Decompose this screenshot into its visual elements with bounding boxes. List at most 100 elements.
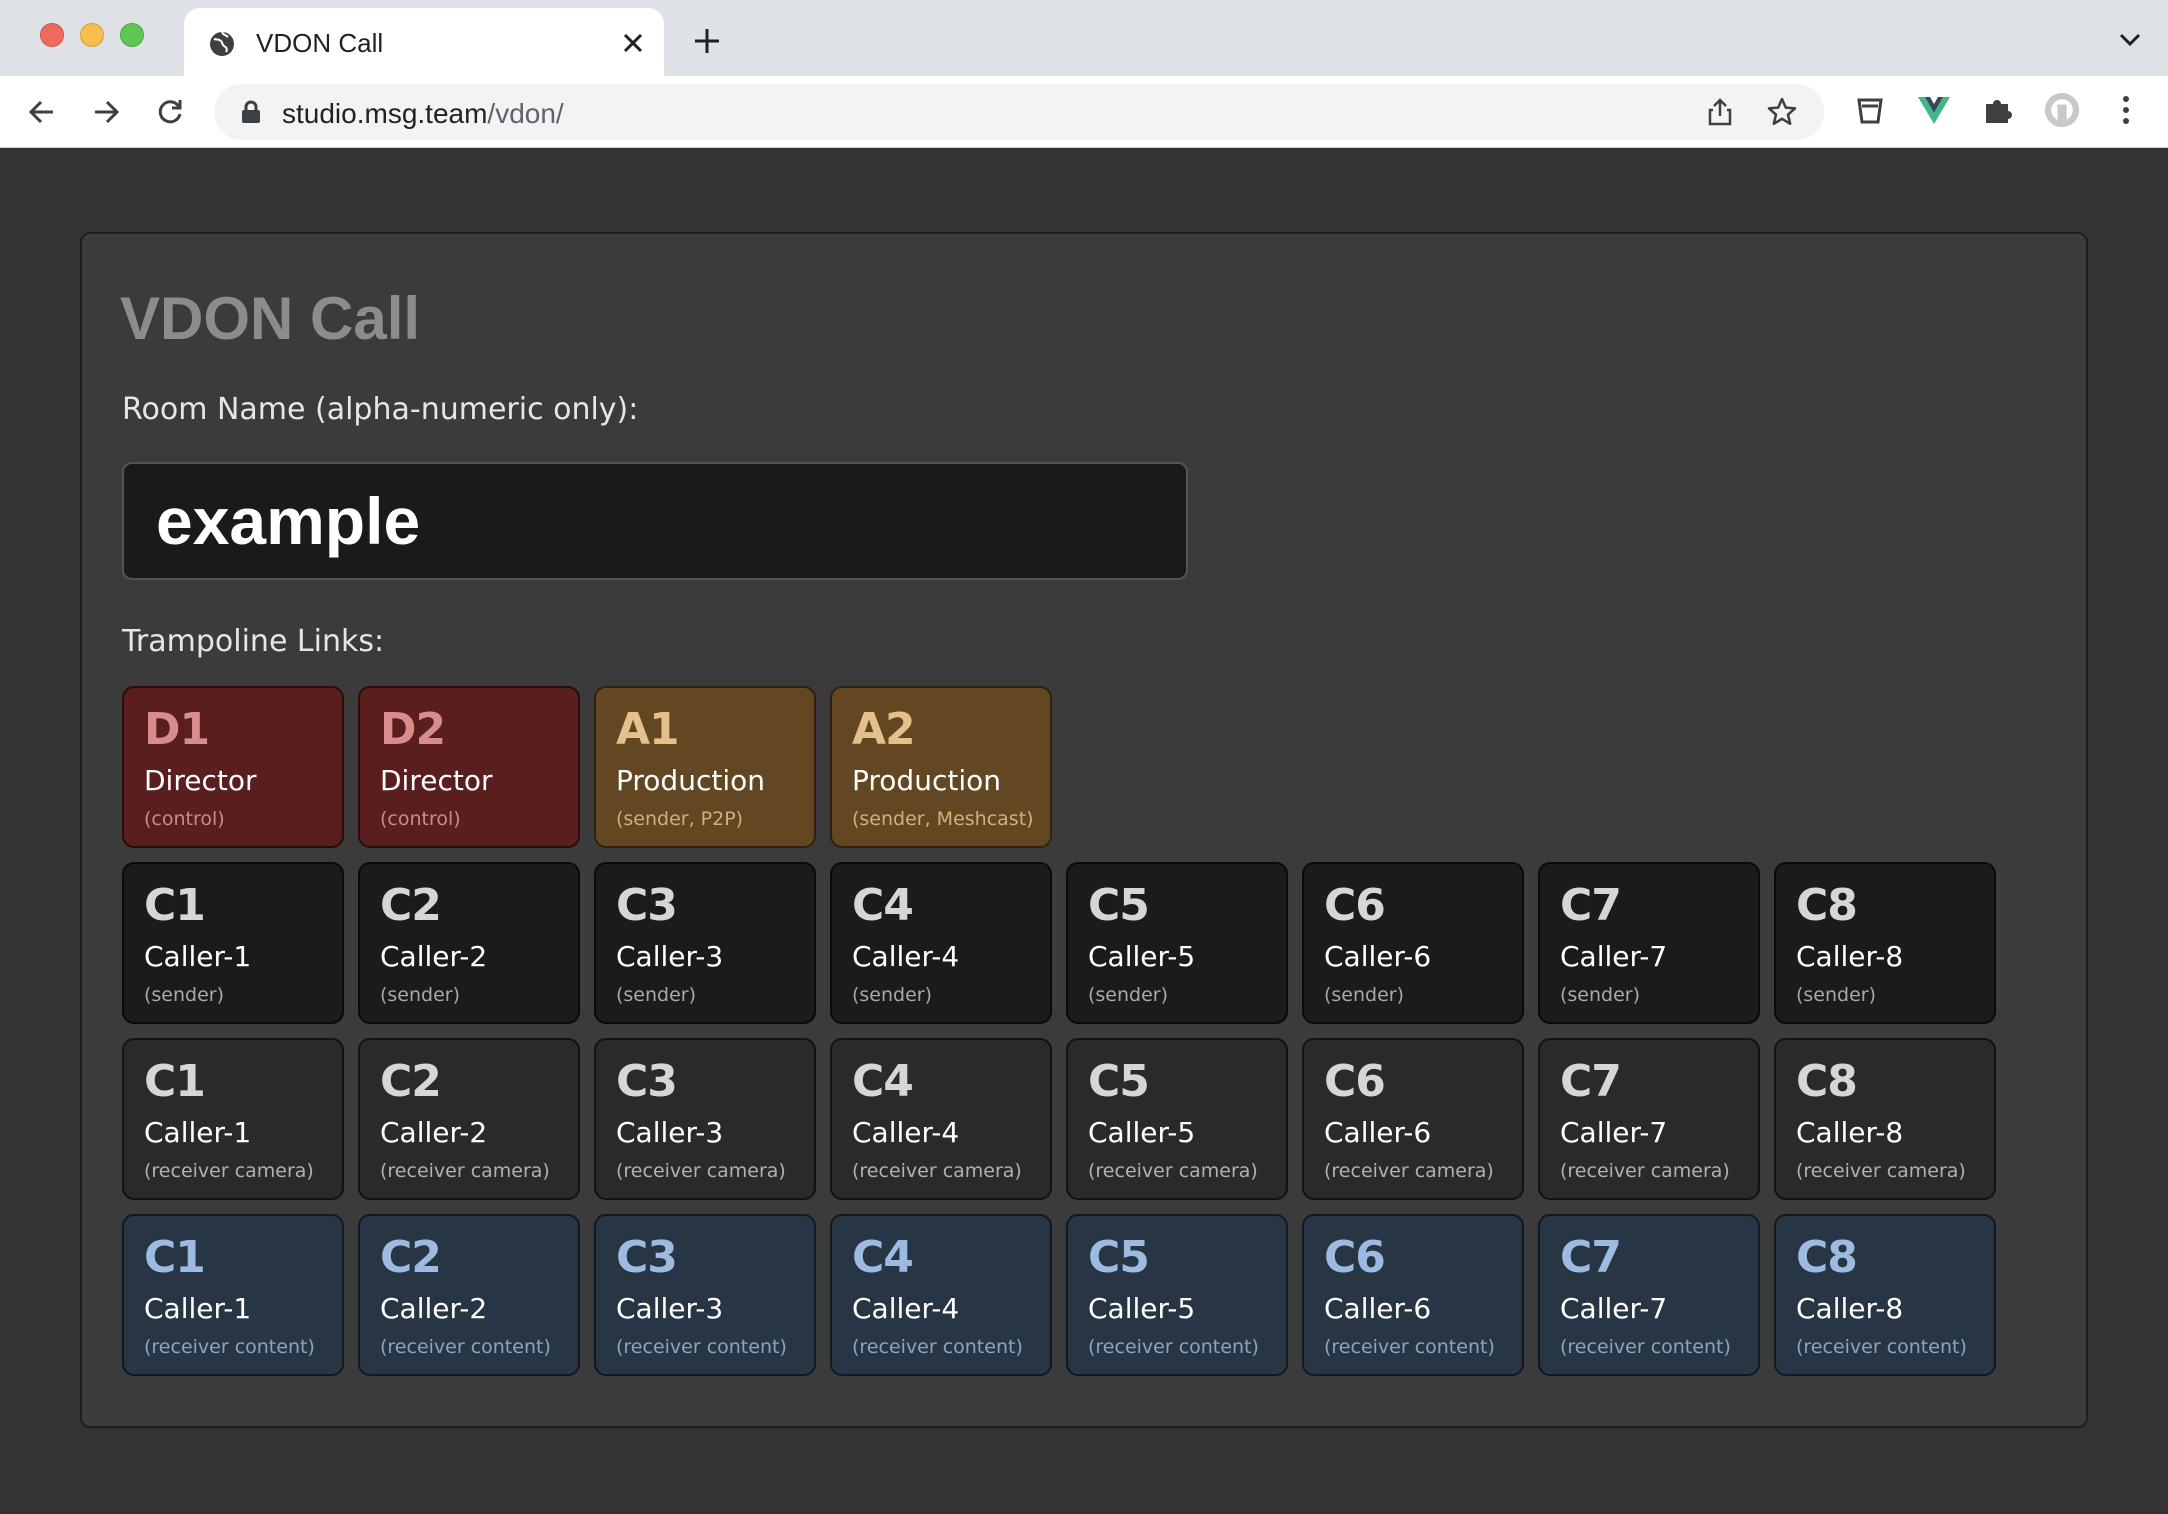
link-button-c8-camera[interactable]: C8 Caller-8 (receiver camera) bbox=[1774, 1038, 1996, 1200]
reload-icon bbox=[158, 100, 182, 124]
link-role: (receiver content) bbox=[380, 1336, 551, 1358]
link-name: Caller-7 bbox=[1560, 940, 1668, 973]
link-role: (receiver content) bbox=[1796, 1336, 1967, 1358]
link-name: Caller-8 bbox=[1796, 940, 1904, 973]
link-button-c3-camera[interactable]: C3 Caller-3 (receiver camera) bbox=[594, 1038, 816, 1200]
star-icon[interactable] bbox=[1766, 96, 1798, 128]
link-button-c1-content[interactable]: C1 Caller-1 (receiver content) bbox=[122, 1214, 344, 1376]
link-button-c2-sender[interactable]: C2 Caller-2 (sender) bbox=[358, 862, 580, 1024]
link-button-c1-camera[interactable]: C1 Caller-1 (receiver camera) bbox=[122, 1038, 344, 1200]
link-code: C8 bbox=[1796, 1232, 1858, 1283]
link-name: Caller-6 bbox=[1324, 940, 1432, 973]
link-name: Caller-8 bbox=[1796, 1292, 1904, 1325]
link-code: D2 bbox=[380, 704, 446, 755]
link-button-c7-content[interactable]: C7 Caller-7 (receiver content) bbox=[1538, 1214, 1760, 1376]
profile-avatar-icon[interactable] bbox=[2044, 92, 2080, 128]
close-window-button[interactable] bbox=[40, 23, 64, 47]
share-icon[interactable] bbox=[1704, 96, 1736, 128]
link-name: Caller-5 bbox=[1088, 940, 1196, 973]
link-button-c4-camera[interactable]: C4 Caller-4 (receiver camera) bbox=[830, 1038, 1052, 1200]
link-role: (receiver content) bbox=[144, 1336, 315, 1358]
link-name: Caller-8 bbox=[1796, 1116, 1904, 1149]
link-code: C7 bbox=[1560, 1232, 1622, 1283]
link-button-a2-production[interactable]: A2 Production (sender, Meshcast) bbox=[830, 686, 1052, 848]
link-name: Director bbox=[144, 764, 257, 797]
link-code: C4 bbox=[852, 880, 914, 931]
link-name: Caller-4 bbox=[852, 1116, 960, 1149]
url-text: studio.msg.team/vdon/ bbox=[282, 98, 564, 130]
link-button-c5-content[interactable]: C5 Caller-5 (receiver content) bbox=[1066, 1214, 1288, 1376]
close-icon[interactable] bbox=[620, 30, 646, 56]
chevron-down-icon[interactable] bbox=[2118, 32, 2142, 48]
link-code: C5 bbox=[1088, 1056, 1150, 1107]
link-button-c8-content[interactable]: C8 Caller-8 (receiver content) bbox=[1774, 1214, 1996, 1376]
reload-button[interactable] bbox=[150, 92, 190, 132]
link-name: Caller-1 bbox=[144, 1116, 252, 1149]
link-role: (receiver camera) bbox=[1324, 1160, 1494, 1182]
back-button[interactable] bbox=[22, 92, 62, 132]
link-code: C2 bbox=[380, 1232, 442, 1283]
address-bar[interactable]: studio.msg.team/vdon/ bbox=[214, 84, 1824, 140]
link-code: C8 bbox=[1796, 880, 1858, 931]
three-dots-icon bbox=[2123, 96, 2129, 124]
browser-tab[interactable]: VDON Call bbox=[184, 8, 664, 76]
link-button-c6-camera[interactable]: C6 Caller-6 (receiver camera) bbox=[1302, 1038, 1524, 1200]
link-role: (sender) bbox=[1560, 984, 1641, 1006]
shield-extension-icon[interactable] bbox=[1852, 92, 1888, 128]
link-code: C1 bbox=[144, 880, 206, 931]
link-button-c8-sender[interactable]: C8 Caller-8 (sender) bbox=[1774, 862, 1996, 1024]
puzzle-extension-icon[interactable] bbox=[1980, 92, 2016, 128]
link-button-c7-camera[interactable]: C7 Caller-7 (receiver camera) bbox=[1538, 1038, 1760, 1200]
link-code: C8 bbox=[1796, 1056, 1858, 1107]
link-name: Caller-3 bbox=[616, 1116, 724, 1149]
room-name-input[interactable] bbox=[122, 462, 1188, 580]
link-code: A2 bbox=[852, 704, 916, 755]
minimize-window-button[interactable] bbox=[80, 23, 104, 47]
link-button-c4-content[interactable]: C4 Caller-4 (receiver content) bbox=[830, 1214, 1052, 1376]
link-button-c5-sender[interactable]: C5 Caller-5 (sender) bbox=[1066, 862, 1288, 1024]
forward-arrow-icon bbox=[95, 100, 120, 124]
link-code: D1 bbox=[144, 704, 210, 755]
link-role: (receiver camera) bbox=[1560, 1160, 1730, 1182]
back-arrow-icon bbox=[28, 100, 53, 124]
link-button-c2-camera[interactable]: C2 Caller-2 (receiver camera) bbox=[358, 1038, 580, 1200]
url-path: /vdon/ bbox=[487, 98, 564, 129]
link-code: C6 bbox=[1324, 880, 1386, 931]
link-button-c1-sender[interactable]: C1 Caller-1 (sender) bbox=[122, 862, 344, 1024]
link-button-c5-camera[interactable]: C5 Caller-5 (receiver camera) bbox=[1066, 1038, 1288, 1200]
link-button-d1-director[interactable]: D1 Director (control) bbox=[122, 686, 344, 848]
link-button-c6-sender[interactable]: C6 Caller-6 (sender) bbox=[1302, 862, 1524, 1024]
link-button-a1-production[interactable]: A1 Production (sender, P2P) bbox=[594, 686, 816, 848]
link-button-c3-sender[interactable]: C3 Caller-3 (sender) bbox=[594, 862, 816, 1024]
link-role: (receiver content) bbox=[1324, 1336, 1495, 1358]
link-role: (sender, P2P) bbox=[616, 808, 744, 830]
maximize-window-button[interactable] bbox=[120, 23, 144, 47]
more-menu-icon[interactable] bbox=[2108, 92, 2144, 128]
link-name: Caller-2 bbox=[380, 1116, 488, 1149]
link-code: C6 bbox=[1324, 1232, 1386, 1283]
lock-icon bbox=[242, 100, 260, 123]
vue-extension-icon[interactable] bbox=[1916, 92, 1952, 128]
link-button-c2-content[interactable]: C2 Caller-2 (receiver content) bbox=[358, 1214, 580, 1376]
link-role: (control) bbox=[380, 808, 461, 830]
link-role: (sender) bbox=[1324, 984, 1405, 1006]
link-button-c6-content[interactable]: C6 Caller-6 (receiver content) bbox=[1302, 1214, 1524, 1376]
link-name: Caller-2 bbox=[380, 1292, 488, 1325]
link-button-d2-director[interactable]: D2 Director (control) bbox=[358, 686, 580, 848]
plus-icon[interactable] bbox=[692, 26, 722, 56]
link-code: C4 bbox=[852, 1232, 914, 1283]
tab-title: VDON Call bbox=[256, 28, 384, 58]
link-role: (receiver camera) bbox=[1088, 1160, 1258, 1182]
link-button-c4-sender[interactable]: C4 Caller-4 (sender) bbox=[830, 862, 1052, 1024]
link-role: (receiver content) bbox=[1088, 1336, 1259, 1358]
link-role: (sender) bbox=[380, 984, 461, 1006]
link-role: (receiver camera) bbox=[616, 1160, 786, 1182]
link-code: C5 bbox=[1088, 1232, 1150, 1283]
link-button-c7-sender[interactable]: C7 Caller-7 (sender) bbox=[1538, 862, 1760, 1024]
link-name: Caller-1 bbox=[144, 940, 252, 973]
link-button-c3-content[interactable]: C3 Caller-3 (receiver content) bbox=[594, 1214, 816, 1376]
link-role: (receiver content) bbox=[1560, 1336, 1731, 1358]
link-code: C5 bbox=[1088, 880, 1150, 931]
forward-button[interactable] bbox=[86, 92, 126, 132]
link-name: Caller-4 bbox=[852, 940, 960, 973]
